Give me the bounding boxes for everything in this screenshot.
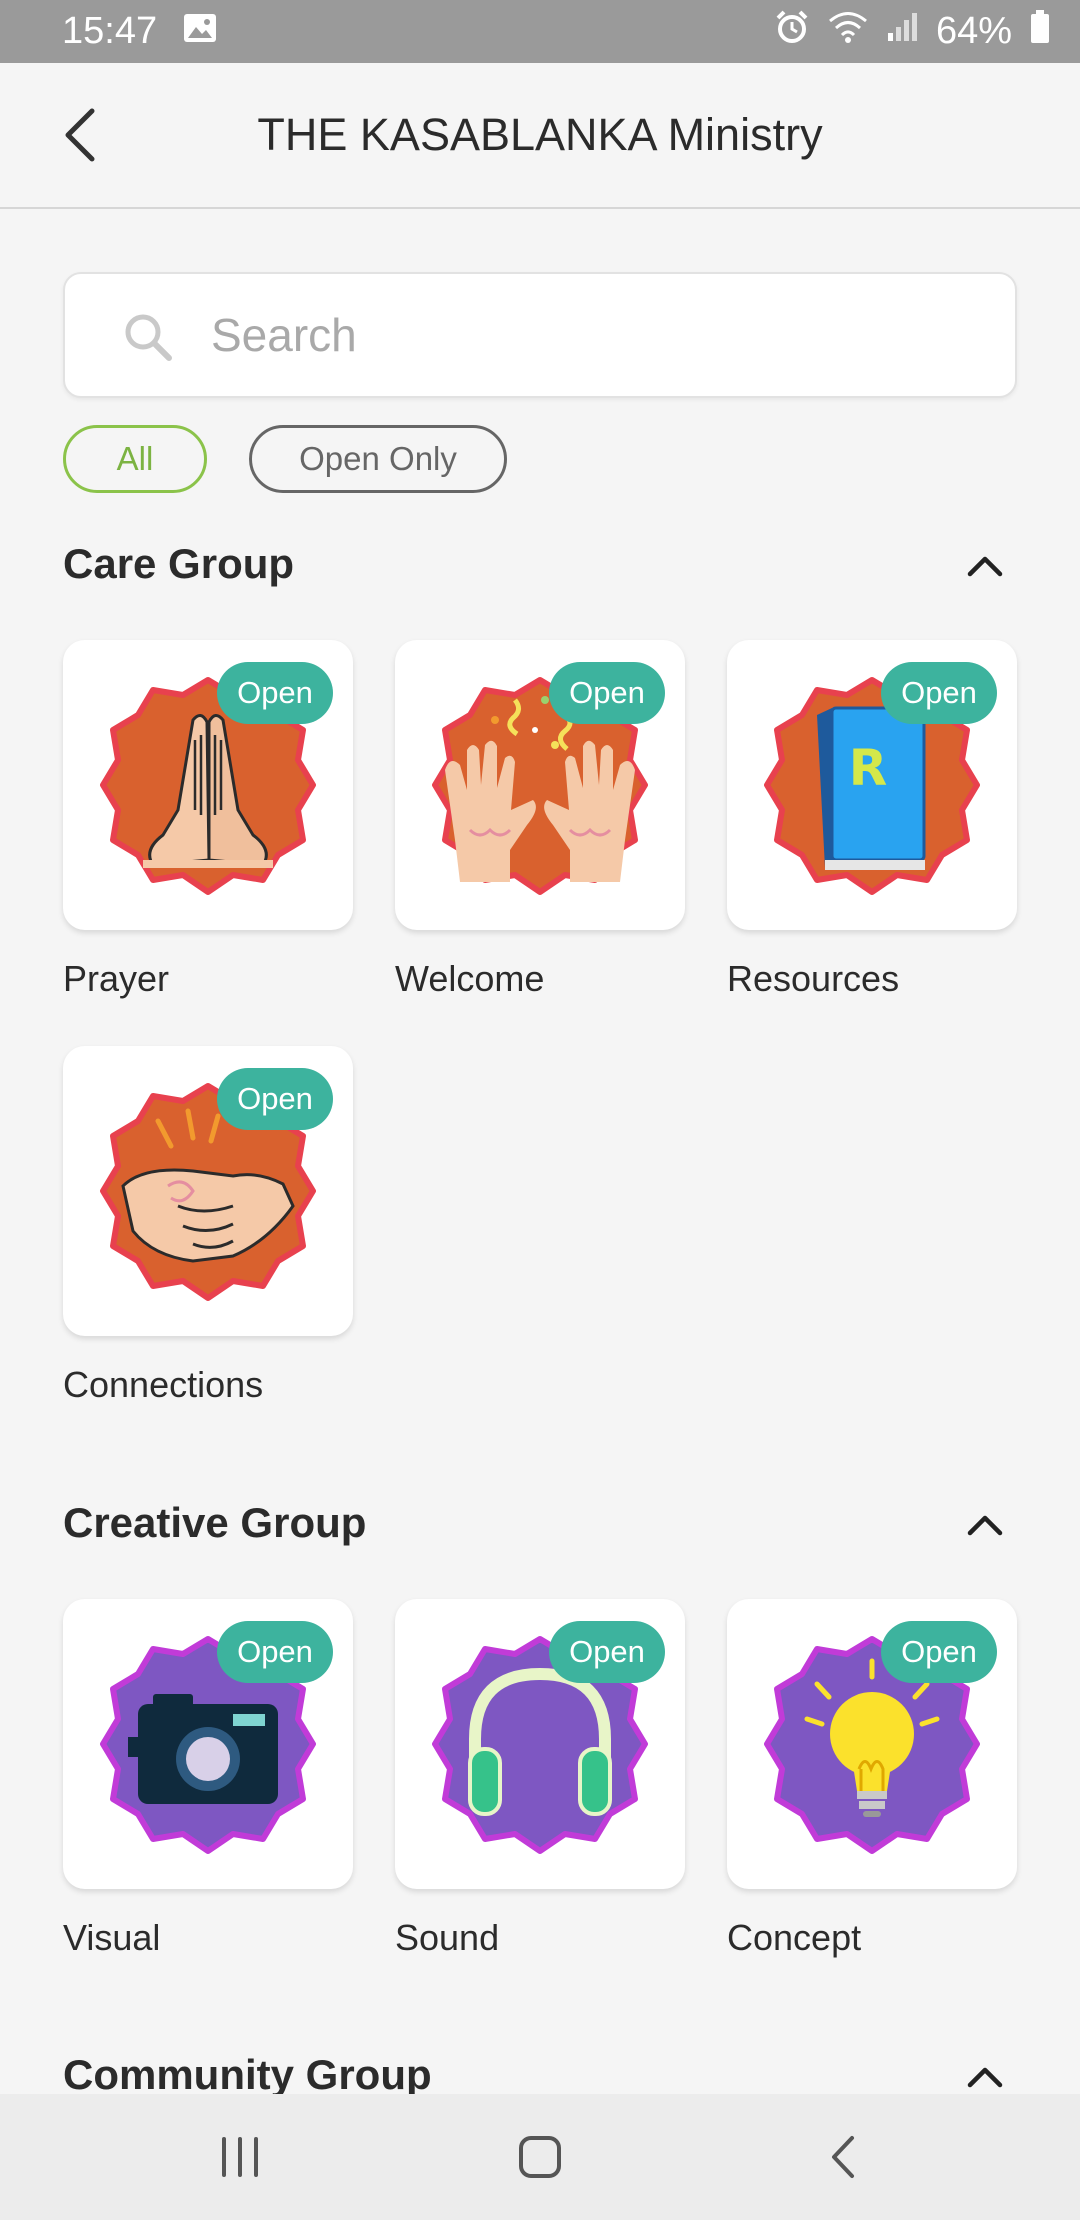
alarm-icon [774,9,810,55]
tile-label-prayer: Prayer [63,958,170,999]
tile-label-sound: Sound [395,1917,500,1958]
tile-label-concept: Concept [727,1917,862,1958]
gallery-icon [183,10,217,53]
home-button[interactable] [505,2124,575,2190]
group-tile-welcome[interactable]: Open [395,640,685,930]
battery-percent: 64% [935,10,1012,52]
group-tile-visual[interactable]: Open [63,1599,353,1889]
system-nav-bar [0,2094,1080,2220]
back-arrow-icon [65,108,95,162]
open-badge: Open [549,662,665,724]
tile-label-resources: Resources [727,958,900,999]
search-input[interactable] [211,274,991,396]
group-tile-concept[interactable]: Open [727,1599,1017,1889]
open-badge: Open [217,1621,333,1683]
battery-icon [1030,9,1050,54]
chevron-up-icon [967,2067,1003,2088]
system-back-button[interactable] [808,2124,878,2190]
home-icon [519,2136,561,2178]
status-bar: 15:47 64% [0,0,1080,63]
collapse-care-group-button[interactable] [965,546,1005,586]
back-icon [832,2136,854,2178]
tile-label-connections: Connections [63,1364,264,1405]
open-badge: Open [881,662,997,724]
back-button[interactable] [50,105,110,165]
search-icon [125,314,172,361]
collapse-creative-group-button[interactable] [965,1505,1005,1545]
group-tile-connections[interactable]: Open [63,1046,353,1336]
app-header: THE KASABLANKA Ministry [0,63,1080,209]
open-badge: Open [881,1621,997,1683]
group-tile-prayer[interactable]: Open [63,640,353,930]
group-tile-resources[interactable]: R Open [727,640,1017,930]
wifi-icon [828,10,868,54]
tile-label-welcome: Welcome [395,958,545,999]
filter-open-only-chip[interactable]: Open Only [249,425,507,493]
recent-apps-icon [222,2137,258,2177]
open-badge: Open [217,1068,333,1130]
collapse-community-group-button[interactable] [965,2057,1005,2097]
section-title-community-group: Community Group [63,2051,432,2098]
group-tile-sound[interactable]: Open [395,1599,685,1889]
section-title-creative-group: Creative Group [63,1499,367,1546]
chevron-up-icon [967,556,1003,577]
svg-text:R: R [849,739,888,797]
recent-apps-button[interactable] [205,2124,275,2190]
filter-all-chip[interactable]: All [63,425,207,493]
signal-icon [886,10,918,53]
page-title: THE KASABLANKA Ministry [257,109,823,160]
tile-label-visual: Visual [63,1917,161,1958]
open-badge: Open [217,662,333,724]
status-time: 15:47 [62,10,158,52]
search-box[interactable] [63,272,1017,398]
section-title-care-group: Care Group [63,540,295,587]
open-badge: Open [549,1621,665,1683]
chevron-up-icon [967,1515,1003,1536]
